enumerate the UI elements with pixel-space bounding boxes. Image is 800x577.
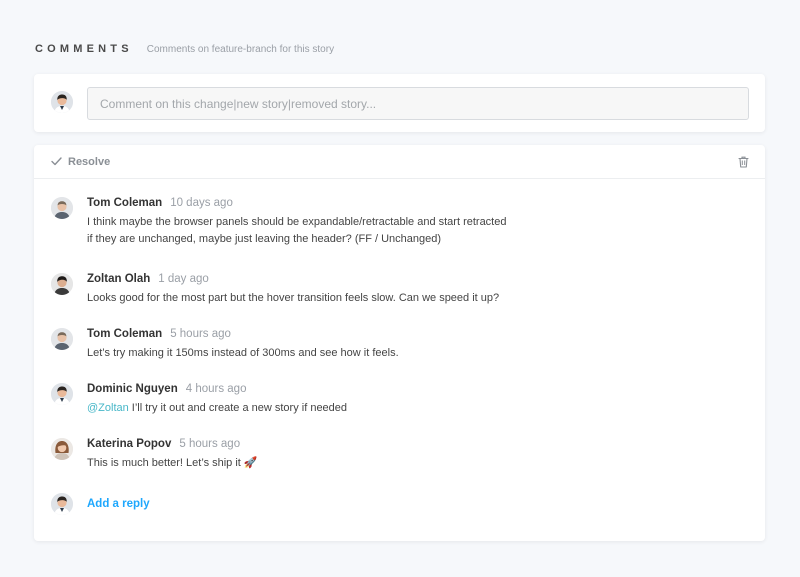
resolve-button[interactable]: Resolve [51,156,110,168]
comments-header: COMMENTS Comments on feature-branch for … [35,43,334,55]
comment-timestamp: 1 day ago [158,273,209,285]
avatar-zoltan-olah [51,273,73,295]
comment-author: Tom Coleman [87,197,163,209]
avatar-current-user [51,493,73,515]
comment-thread: Resolve Tom Coleman 10 days ago I think … [34,145,765,541]
reply-row: Add a reply [51,493,150,515]
comment-timestamp: 4 hours ago [185,383,247,395]
trash-icon [738,156,749,168]
comment-timestamp: 10 days ago [170,197,233,209]
comment-text: This is much better! Let’s ship it 🚀 [87,457,258,469]
comment-text: Looks good for the most part but the hov… [87,292,500,304]
thread-toolbar: Resolve [34,145,765,179]
avatar-tom-coleman [51,197,73,219]
avatar-katerina-popov [51,438,73,460]
comment-input[interactable] [87,87,749,120]
comment-author: Dominic Nguyen [87,383,178,395]
check-icon [51,157,62,166]
page-title: COMMENTS [35,43,133,55]
user-mention[interactable]: @Zoltan [87,402,129,414]
comment-author: Zoltan Olah [87,273,151,285]
add-reply-link[interactable]: Add a reply [87,498,150,510]
comment-author: Tom Coleman [87,328,163,340]
comment-text-content: I’ll try it out and create a new story i… [128,402,348,414]
comment-timestamp: 5 hours ago [179,438,241,450]
compose-card [34,74,765,132]
comment-text: Let’s try making it 150ms instead of 300… [87,347,399,359]
delete-thread-button[interactable] [738,156,749,168]
avatar-dominic-nguyen [51,383,73,405]
comment-text: @Zoltan I’ll try it out and create a new… [87,400,547,417]
avatar-current-user [51,91,73,113]
comment-author: Katerina Popov [87,438,172,450]
comment-timestamp: 5 hours ago [170,328,231,340]
resolve-label: Resolve [68,155,111,168]
comment-text: I think maybe the browser panels should … [87,216,507,245]
page-subtitle: Comments on feature-branch for this stor… [146,44,335,55]
avatar-tom-coleman [51,328,73,350]
